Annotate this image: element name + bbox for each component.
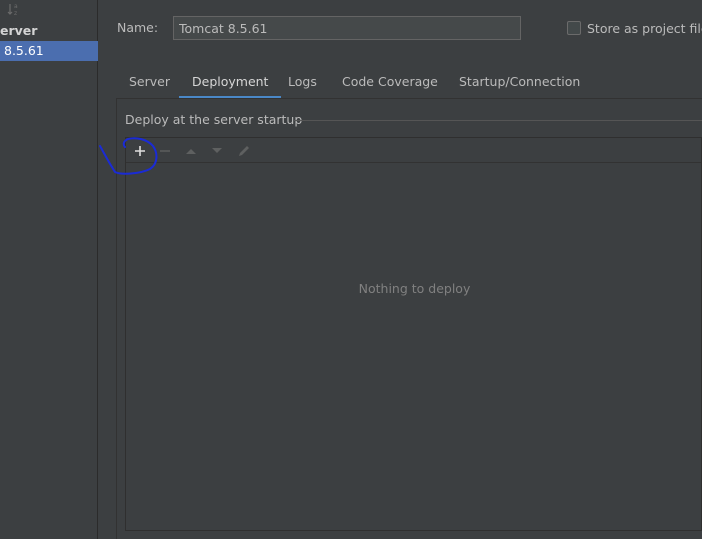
annotation-circle-icon [99, 137, 158, 175]
tab-logs[interactable]: Logs [275, 66, 330, 99]
tab-code-coverage[interactable]: Code Coverage [329, 66, 451, 99]
svg-text:a: a [14, 3, 18, 10]
tree-item-tomcat[interactable]: 8.5.61 [0, 41, 98, 61]
svg-text:z: z [14, 10, 17, 17]
configurations-tree: a z erver 8.5.61 [0, 0, 98, 539]
store-as-project-file-checkbox[interactable] [567, 21, 581, 35]
sort-alphabetically-icon[interactable]: a z [6, 1, 22, 17]
tab-startup-connection[interactable]: Startup/Connection [446, 66, 593, 99]
arrow-up-icon[interactable] [182, 142, 200, 160]
deploy-toolbar [126, 138, 701, 163]
store-as-project-file-label[interactable]: Store as project file [587, 21, 702, 36]
pencil-icon[interactable] [235, 142, 253, 160]
name-input[interactable] [173, 16, 521, 40]
tree-group-tomcat-server[interactable]: erver [0, 23, 37, 41]
group-separator [294, 120, 702, 121]
deploy-group-title: Deploy at the server startup [125, 112, 303, 127]
tab-server[interactable]: Server [116, 66, 183, 99]
name-label: Name: [117, 20, 159, 35]
run-configuration-dialog: a z erver 8.5.61 Name: Store as project … [0, 0, 702, 539]
deploy-list-panel: Nothing to deploy [125, 137, 702, 531]
tab-deployment[interactable]: Deployment [179, 66, 282, 99]
arrow-down-icon[interactable] [208, 142, 226, 160]
empty-state-text: Nothing to deploy [358, 281, 471, 296]
